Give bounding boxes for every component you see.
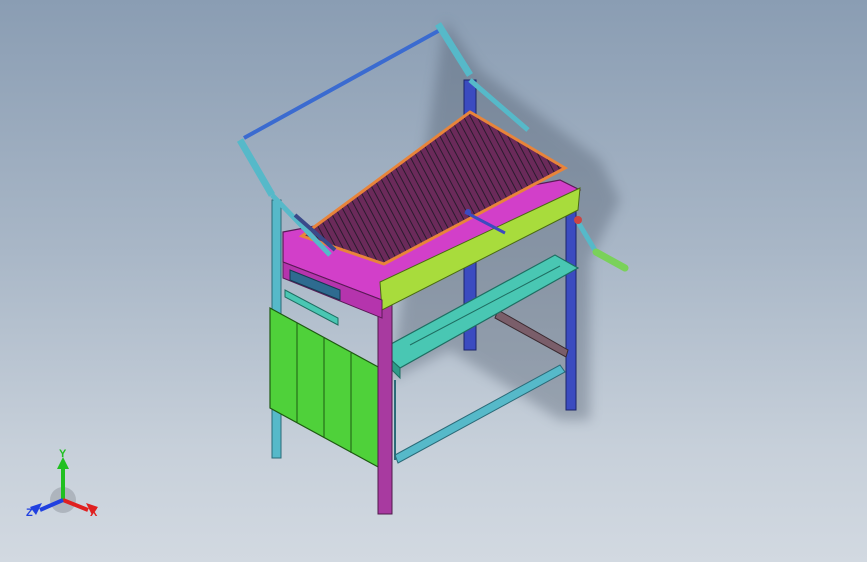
- front-leg: [377, 299, 393, 515]
- graphics-viewport[interactable]: Y X Z: [0, 0, 867, 562]
- x-axis-label: X: [90, 507, 98, 519]
- side-panel: [269, 306, 381, 470]
- coordinate-triad: Y X Z: [26, 448, 98, 519]
- 3d-model-assembly[interactable]: [0, 0, 867, 562]
- y-axis-label: Y: [59, 448, 67, 460]
- z-axis-label: Z: [26, 507, 33, 519]
